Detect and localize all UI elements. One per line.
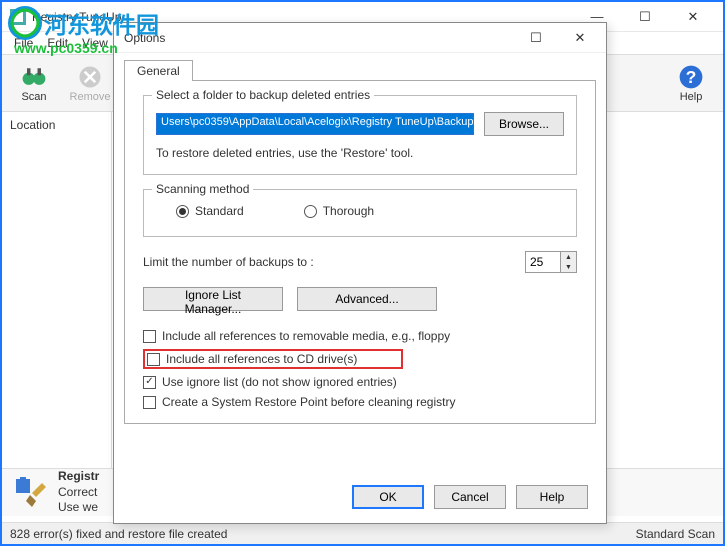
location-panel: Location	[2, 112, 112, 472]
toolbar-left: Scan Remove	[10, 63, 114, 103]
check-cd-label: Include all references to CD drive(s)	[166, 352, 357, 366]
options-dialog: Options ☐ ✕ General Select a folder to b…	[113, 22, 607, 524]
radio-thorough[interactable]: Thorough	[304, 204, 374, 218]
check-removable-label: Include all references to removable medi…	[162, 329, 450, 343]
tab-general[interactable]: General	[124, 60, 193, 81]
dialog-window-buttons: ☐ ✕	[514, 24, 602, 52]
advanced-button[interactable]: Advanced...	[297, 287, 437, 311]
remove-icon	[76, 63, 104, 91]
info-title: Registr	[58, 469, 99, 483]
help-button[interactable]: ? Help	[667, 63, 715, 103]
info-line2: Use we	[58, 500, 98, 514]
dialog-actions: OK Cancel Help	[352, 485, 588, 509]
backup-path-row: Users\pc0359\AppData\Local\Acelogix\Regi…	[156, 112, 564, 136]
checkbox-removable	[143, 330, 156, 343]
toolbar-right: ? Help	[667, 63, 715, 103]
restore-note: To restore deleted entries, use the 'Res…	[156, 146, 564, 160]
checkbox-restorepoint	[143, 396, 156, 409]
dialog-title: Options	[124, 31, 165, 45]
help-label: Help	[680, 91, 703, 103]
main-title: Registry TuneUp	[10, 9, 121, 25]
radio-standard-label: Standard	[195, 204, 244, 218]
dialog-close-button[interactable]: ✕	[558, 24, 602, 52]
check-removable[interactable]: Include all references to removable medi…	[143, 329, 577, 343]
close-button[interactable]: ✕	[671, 3, 715, 31]
radio-thorough-label: Thorough	[323, 204, 374, 218]
checkbox-cd	[147, 353, 160, 366]
tab-header: General	[124, 59, 596, 80]
dialog-body: General Select a folder to backup delete…	[114, 53, 606, 434]
info-text: Registr Correct Use we	[58, 469, 99, 516]
menu-file[interactable]: File	[8, 34, 39, 52]
check-cd[interactable]: Include all references to CD drive(s)	[143, 349, 403, 369]
backup-legend: Select a folder to backup deleted entrie…	[152, 88, 374, 102]
limit-label: Limit the number of backups to :	[143, 255, 314, 269]
tab-panel-general: Select a folder to backup deleted entrie…	[124, 80, 596, 424]
limit-row: Limit the number of backups to : ▲ ▼	[143, 251, 577, 273]
title-text: Registry TuneUp	[32, 10, 121, 24]
spinner-down-icon[interactable]: ▼	[561, 262, 576, 272]
check-restorepoint[interactable]: Create a System Restore Point before cle…	[143, 395, 577, 409]
spinner-arrows: ▲ ▼	[560, 252, 576, 272]
info-line1: Correct	[58, 485, 97, 499]
brush-icon	[12, 475, 48, 511]
check-ignore-label: Use ignore list (do not show ignored ent…	[162, 375, 397, 389]
tabs: General Select a folder to backup delete…	[124, 59, 596, 424]
menu-view[interactable]: View	[76, 34, 114, 52]
location-header: Location	[10, 118, 103, 132]
scan-label: Scan	[21, 91, 46, 103]
menu-edit[interactable]: Edit	[41, 34, 74, 52]
checkbox-list: Include all references to removable medi…	[143, 329, 577, 409]
app-icon	[10, 9, 26, 25]
remove-button[interactable]: Remove	[66, 63, 114, 103]
scan-button[interactable]: Scan	[10, 63, 58, 103]
status-left: 828 error(s) fixed and restore file crea…	[10, 527, 227, 541]
limit-spinner[interactable]: ▲ ▼	[525, 251, 577, 273]
radio-standard[interactable]: Standard	[176, 204, 244, 218]
check-restorepoint-label: Create a System Restore Point before cle…	[162, 395, 455, 409]
button-row: Ignore List Manager... Advanced...	[143, 287, 577, 311]
cancel-button[interactable]: Cancel	[434, 485, 506, 509]
scanmethod-radio-row: Standard Thorough	[156, 200, 564, 222]
checkbox-ignore	[143, 376, 156, 389]
status-bar: 828 error(s) fixed and restore file crea…	[2, 522, 723, 544]
limit-input[interactable]	[526, 252, 560, 272]
help-button[interactable]: Help	[516, 485, 588, 509]
ok-button[interactable]: OK	[352, 485, 424, 509]
radio-thorough-indicator	[304, 205, 317, 218]
radio-standard-indicator	[176, 205, 189, 218]
backup-fieldset: Select a folder to backup deleted entrie…	[143, 95, 577, 175]
svg-text:?: ?	[686, 67, 697, 87]
remove-label: Remove	[70, 91, 111, 103]
check-ignore[interactable]: Use ignore list (do not show ignored ent…	[143, 375, 577, 389]
dialog-maximize-button[interactable]: ☐	[514, 24, 558, 52]
scanmethod-legend: Scanning method	[152, 182, 253, 196]
help-icon: ?	[677, 63, 705, 91]
scanmethod-fieldset: Scanning method Standard Thorough	[143, 189, 577, 237]
dialog-titlebar: Options ☐ ✕	[114, 23, 606, 53]
ignore-list-button[interactable]: Ignore List Manager...	[143, 287, 283, 311]
maximize-button[interactable]: ☐	[623, 3, 667, 31]
browse-button[interactable]: Browse...	[484, 112, 564, 136]
backup-path-input[interactable]: Users\pc0359\AppData\Local\Acelogix\Regi…	[156, 113, 474, 135]
spinner-up-icon[interactable]: ▲	[561, 252, 576, 262]
status-right: Standard Scan	[636, 527, 715, 541]
binoculars-icon	[20, 63, 48, 91]
